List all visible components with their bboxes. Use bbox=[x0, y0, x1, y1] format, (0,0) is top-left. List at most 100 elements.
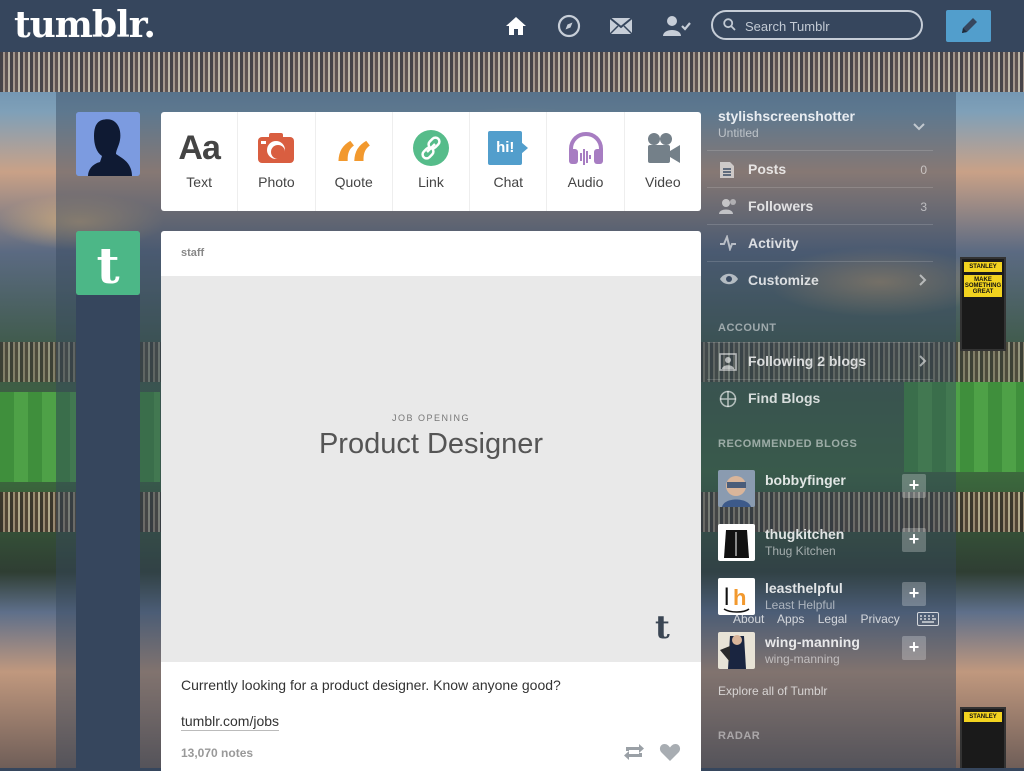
user-avatar[interactable] bbox=[76, 112, 140, 176]
sidebar-item-customize[interactable]: Customize bbox=[707, 261, 933, 298]
explore-icon[interactable] bbox=[556, 13, 582, 39]
chevron-right-icon bbox=[919, 273, 927, 291]
sidebar-item-followers[interactable]: Followers 3 bbox=[707, 187, 933, 224]
radar-heading: RADAR bbox=[718, 730, 761, 742]
pencil-icon bbox=[961, 18, 977, 33]
activity-icon bbox=[719, 233, 737, 256]
inbox-icon[interactable] bbox=[608, 13, 634, 39]
blog-name: wing-manning bbox=[765, 634, 860, 650]
quote-icon: “ bbox=[333, 127, 374, 210]
post-type-label: Quote bbox=[334, 174, 373, 190]
sidebar-item-label: Find Blogs bbox=[748, 390, 821, 406]
video-camera-icon bbox=[645, 130, 681, 166]
recommended-blog[interactable]: wing-manning wing-manning + bbox=[718, 632, 938, 672]
post-author[interactable]: staff bbox=[181, 247, 204, 259]
svg-text:h: h bbox=[733, 585, 746, 610]
account-heading: ACCOUNT bbox=[718, 322, 777, 334]
chevron-right-icon bbox=[919, 354, 927, 372]
following-icon bbox=[719, 353, 737, 376]
sidebar-item-following[interactable]: Following 2 blogs bbox=[707, 342, 933, 379]
follow-button[interactable]: + bbox=[902, 474, 926, 498]
follow-button[interactable]: + bbox=[902, 528, 926, 552]
heart-icon[interactable] bbox=[659, 743, 681, 767]
sidebar-item-find-blogs[interactable]: Find Blogs bbox=[707, 379, 933, 416]
svg-text:l: l bbox=[724, 584, 729, 611]
footer-links: About Apps Legal Privacy bbox=[733, 612, 910, 626]
sidebar-blog-name[interactable]: stylishscreenshotter bbox=[718, 108, 855, 124]
search-box bbox=[711, 10, 923, 40]
post-type-chat[interactable]: hi! Chat bbox=[470, 112, 548, 211]
post-type-label: Text bbox=[186, 174, 212, 190]
post-type-label: Photo bbox=[258, 174, 295, 190]
blog-title: Thug Kitchen bbox=[765, 544, 836, 558]
recommended-blog[interactable]: bobbyfinger + bbox=[718, 470, 938, 510]
chat-icon: hi! bbox=[488, 130, 529, 166]
post-link[interactable]: tumblr.com/jobs bbox=[181, 713, 280, 731]
camera-icon bbox=[257, 130, 295, 166]
blog-avatar bbox=[718, 524, 755, 561]
link-icon bbox=[412, 130, 449, 166]
sidebar-item-count: 3 bbox=[920, 200, 927, 214]
keyboard-icon[interactable] bbox=[917, 612, 939, 631]
sidebar-item-label: Followers bbox=[748, 198, 814, 214]
post-caption: Currently looking for a product designer… bbox=[181, 677, 561, 693]
background-sign: STANLEY bbox=[960, 707, 1006, 768]
post-card: staff JOB OPENING Product Designer t Cur… bbox=[161, 231, 701, 771]
footer-link-about[interactable]: About bbox=[733, 612, 764, 626]
sidebar-item-label: Customize bbox=[748, 272, 819, 288]
sidebar-item-label: Posts bbox=[748, 161, 787, 177]
blog-avatar bbox=[718, 632, 755, 669]
post-type-quote[interactable]: “ Quote bbox=[316, 112, 393, 211]
post-type-label: Audio bbox=[567, 174, 604, 190]
sidebar-item-label: Following 2 blogs bbox=[748, 353, 867, 369]
posts-icon bbox=[719, 161, 735, 184]
blog-title: Least Helpful bbox=[765, 598, 836, 612]
post-author-avatar[interactable]: t bbox=[76, 231, 140, 295]
tumblr-logo[interactable]: tumblr. bbox=[14, 4, 156, 46]
text-icon: Aa bbox=[178, 128, 220, 167]
account-icon[interactable] bbox=[662, 13, 692, 39]
blog-avatar: lh bbox=[718, 578, 755, 615]
blog-name: bobbyfinger bbox=[765, 472, 846, 488]
post-type-audio[interactable]: Audio bbox=[547, 112, 625, 211]
post-notes[interactable]: 13,070 notes bbox=[181, 746, 253, 760]
search-input[interactable] bbox=[743, 16, 917, 36]
follow-button[interactable]: + bbox=[902, 582, 926, 606]
sidebar-blog-title: Untitled bbox=[718, 126, 759, 140]
blog-avatar bbox=[718, 470, 755, 507]
search-icon bbox=[723, 18, 736, 36]
post-form: Aa Text Photo “ Quote Link hi! Chat Audi… bbox=[161, 112, 701, 211]
post-type-photo[interactable]: Photo bbox=[238, 112, 316, 211]
follow-button[interactable]: + bbox=[902, 636, 926, 660]
sidebar-item-activity[interactable]: Activity bbox=[707, 224, 933, 261]
post-type-label: Video bbox=[645, 174, 681, 190]
footer-link-apps[interactable]: Apps bbox=[777, 612, 804, 626]
post-type-label: Chat bbox=[493, 174, 524, 190]
footer-link-privacy[interactable]: Privacy bbox=[860, 612, 899, 626]
recommended-heading: RECOMMENDED BLOGS bbox=[718, 438, 858, 450]
avatar-column bbox=[76, 295, 140, 768]
post-type-link[interactable]: Link bbox=[393, 112, 471, 211]
followers-icon bbox=[719, 198, 739, 219]
tumblr-mark-icon: t bbox=[655, 608, 670, 646]
post-type-label: Link bbox=[418, 174, 444, 190]
blog-name: thugkitchen bbox=[765, 526, 845, 542]
reblog-icon[interactable] bbox=[623, 743, 645, 766]
eye-icon bbox=[719, 272, 739, 291]
find-blogs-icon bbox=[719, 390, 737, 413]
post-type-video[interactable]: Video bbox=[625, 112, 701, 211]
blog-title: wing-manning bbox=[765, 652, 840, 666]
post-type-text[interactable]: Aa Text bbox=[161, 112, 239, 211]
home-icon[interactable] bbox=[503, 13, 529, 39]
sidebar-item-posts[interactable]: Posts 0 bbox=[707, 150, 933, 187]
recommended-blog[interactable]: thugkitchen Thug Kitchen + bbox=[718, 524, 938, 564]
background-crowd bbox=[0, 52, 1024, 92]
chevron-down-icon[interactable] bbox=[913, 118, 925, 136]
sidebar: stylishscreenshotter Untitled Posts 0 Fo… bbox=[707, 100, 955, 768]
explore-link[interactable]: Explore all of Tumblr bbox=[718, 684, 827, 698]
sidebar-item-count: 0 bbox=[920, 163, 927, 177]
post-image[interactable]: JOB OPENING Product Designer t bbox=[161, 276, 701, 662]
compose-button[interactable] bbox=[946, 10, 991, 42]
footer-link-legal[interactable]: Legal bbox=[818, 612, 847, 626]
image-kicker: JOB OPENING bbox=[391, 413, 470, 423]
